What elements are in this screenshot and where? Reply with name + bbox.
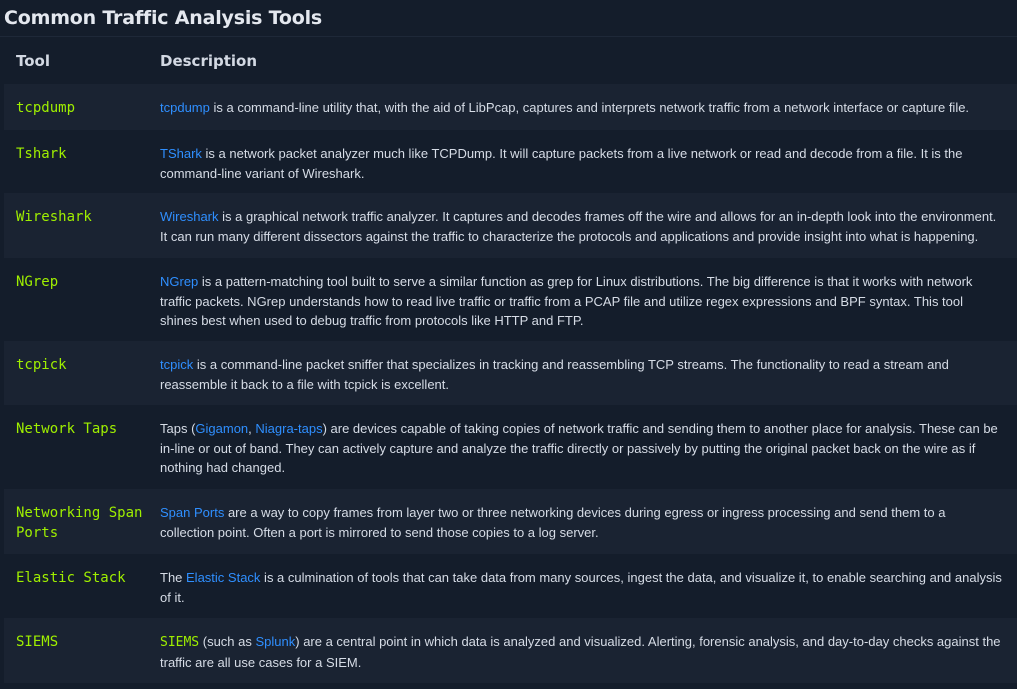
- description-text: is a graphical network traffic analyzer.…: [160, 209, 997, 244]
- tool-description: SIEMS (such as Splunk) are a central poi…: [160, 618, 1003, 683]
- tool-description: TShark is a network packet analyzer much…: [160, 130, 1003, 193]
- tool-link[interactable]: Wireshark: [160, 209, 219, 224]
- tool-description: Span Ports are a way to copy frames from…: [160, 489, 1003, 554]
- tool-name: Elastic Stack: [16, 570, 126, 586]
- tool-link[interactable]: Gigamon: [195, 421, 248, 436]
- description-text: is a network packet analyzer much like T…: [160, 146, 963, 181]
- tool-description: NGrep is a pattern-matching tool built t…: [160, 258, 1003, 341]
- tool-description: The Elastic Stack is a culmination of to…: [160, 554, 1003, 618]
- tool-link[interactable]: Elastic Stack: [186, 570, 260, 585]
- tool-link[interactable]: tcpick: [160, 357, 193, 372]
- table-row: tcpick tcpick is a command-line packet sn…: [4, 341, 1017, 405]
- tool-description: Wireshark is a graphical network traffic…: [160, 193, 1003, 258]
- tool-name: Wireshark: [16, 209, 92, 225]
- description-text: is a culmination of tools that can take …: [160, 570, 1002, 605]
- tool-name: Network Taps: [16, 421, 118, 437]
- description-text: is a pattern-matching tool built to serv…: [160, 274, 973, 328]
- tools-table: Tool Description tcpdump tcpdump is a com…: [4, 37, 1017, 683]
- tool-link[interactable]: tcpdump: [160, 100, 210, 115]
- tool-description: tcpick is a command-line packet sniffer …: [160, 341, 1003, 405]
- tool-name: tcpick: [16, 357, 67, 373]
- tool-description: tcpdump is a command-line utility that, …: [160, 84, 1003, 130]
- tool-link[interactable]: Span Ports: [160, 505, 224, 520]
- table-row: SIEMS SIEMS (such as Splunk) are a centra…: [4, 618, 1017, 683]
- table-row: Wireshark Wireshark is a graphical networ…: [4, 193, 1017, 258]
- description-text: is a command-line utility that, with the…: [209, 100, 970, 115]
- description-text: (such as: [199, 634, 256, 649]
- description-text: is a command-line packet sniffer that sp…: [160, 357, 949, 392]
- tool-link[interactable]: NGrep: [160, 274, 198, 289]
- description-text: The: [160, 570, 187, 585]
- table-row: tcpdump tcpdump is a command-line utility…: [4, 84, 1017, 130]
- table-row: NGrep NGrep is a pattern-matching tool bu…: [4, 258, 1017, 341]
- tool-name: Tshark: [16, 146, 67, 162]
- page-title: Common Traffic Analysis Tools: [4, 7, 323, 29]
- tool-link[interactable]: Niagra-taps: [255, 421, 322, 436]
- tool-description: Taps (Gigamon, Niagra-taps) are devices …: [160, 405, 1003, 489]
- tool-link[interactable]: Splunk: [256, 634, 296, 649]
- tool-name: NGrep: [16, 274, 59, 290]
- description-text: are a way to copy frames from layer two …: [160, 505, 946, 540]
- description-text: Taps (: [160, 421, 196, 436]
- tool-link[interactable]: TShark: [160, 146, 202, 161]
- table-header: Tool Description: [4, 37, 1017, 84]
- tool-name: SIEMS: [16, 634, 59, 650]
- header-description: Description: [160, 51, 258, 70]
- table-row: Elastic Stack The Elastic Stack is a culm…: [4, 554, 1017, 618]
- table-row: Networking Span Ports Span Ports are a wa…: [4, 489, 1017, 554]
- table-row: Network Taps Taps (Gigamon, Niagra-taps) …: [4, 405, 1017, 489]
- table-row: Tshark TShark is a network packet analyze…: [4, 130, 1017, 193]
- tool-name: Networking Span Ports: [16, 505, 143, 541]
- header-tool: Tool: [16, 51, 50, 70]
- tool-name: tcpdump: [16, 100, 76, 116]
- table-body: tcpdump tcpdump is a command-line utility…: [4, 84, 1017, 683]
- inline-code: SIEMS: [160, 635, 200, 650]
